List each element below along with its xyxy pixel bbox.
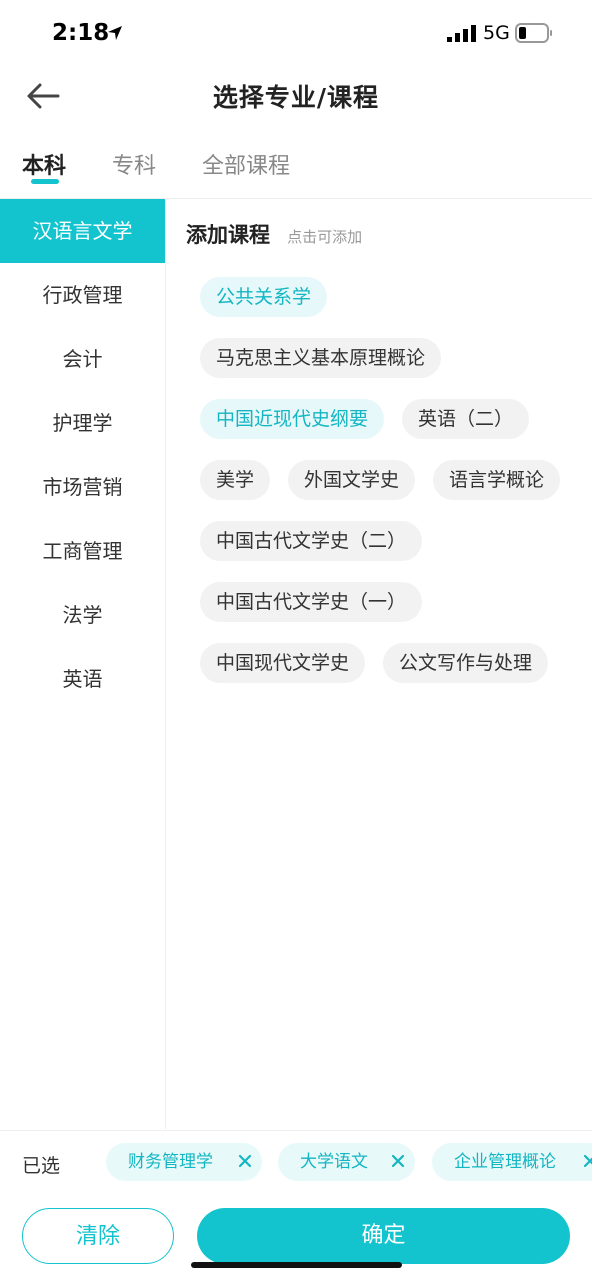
course-chip[interactable]: 马克思主义基本原理概论 xyxy=(200,338,442,378)
chip-row: 中国现代文学史 公文写作与处理 xyxy=(200,643,592,683)
location-arrow-icon xyxy=(108,26,122,40)
chip-row: 中国近现代史纲要 英语（二） xyxy=(200,399,592,439)
course-chip[interactable]: 美学 xyxy=(200,460,271,500)
home-indicator xyxy=(191,1262,402,1268)
active-tab-indicator xyxy=(31,179,59,184)
status-bar: 2:18 5G xyxy=(0,0,592,64)
sidebar-item-marketing[interactable]: 市场营销 xyxy=(0,455,165,519)
chip-row: 公共关系学 xyxy=(200,277,592,317)
selected-course-chip[interactable]: 财务管理学 xyxy=(106,1143,262,1181)
selected-course-label: 财务管理学 xyxy=(128,1152,213,1172)
course-chip[interactable]: 公文写作与处理 xyxy=(383,643,549,683)
course-chip[interactable]: 中国现代文学史 xyxy=(200,643,366,683)
selected-course-chip[interactable]: 企业管理概论 xyxy=(432,1143,592,1181)
course-panel: 添加课程 点击可添加 公共关系学 马克思主义基本原理概论 中国近现代史纲要 英语（… xyxy=(166,199,592,1129)
chip-row: 中国古代文学史（一） xyxy=(200,582,592,622)
selected-course-chip[interactable]: 大学语文 xyxy=(278,1143,415,1181)
sidebar-item-accounting[interactable]: 会计 xyxy=(0,327,165,391)
status-time: 2:18 xyxy=(52,20,110,46)
course-chip[interactable]: 中国古代文学史（一） xyxy=(200,582,423,622)
sidebar-item-administration[interactable]: 行政管理 xyxy=(0,263,165,327)
course-chip[interactable]: 中国古代文学史（二） xyxy=(200,521,423,561)
tab-all-courses[interactable]: 全部课程 xyxy=(202,148,290,180)
selected-course-label: 企业管理概论 xyxy=(454,1152,556,1172)
section-title: 添加课程 xyxy=(186,223,270,247)
confirm-button[interactable]: 确定 xyxy=(197,1208,570,1264)
selected-label: 已选 xyxy=(22,1155,61,1177)
chip-row: 马克思主义基本原理概论 xyxy=(200,338,592,378)
chip-row: 美学 外国文学史 语言学概论 xyxy=(200,460,592,500)
course-chip[interactable]: 英语（二） xyxy=(402,399,530,439)
network-type: 5G xyxy=(483,22,510,44)
course-chip[interactable]: 语言学概论 xyxy=(433,460,561,500)
course-chip[interactable]: 外国文学史 xyxy=(288,460,416,500)
sidebar-item-english[interactable]: 英语 xyxy=(0,647,165,711)
selected-courses-bar: 已选 财务管理学 大学语文 企业管理概论 xyxy=(0,1130,592,1193)
sidebar-item-chinese-literature[interactable]: 汉语言文学 xyxy=(0,199,165,263)
nav-bar: 选择专业/课程 xyxy=(0,64,592,128)
tab-associate[interactable]: 专科 xyxy=(112,148,156,180)
close-icon[interactable] xyxy=(583,1154,592,1168)
chip-row: 中国古代文学史（二） xyxy=(200,521,592,561)
clear-button[interactable]: 清除 xyxy=(22,1208,174,1264)
section-header: 添加课程 点击可添加 xyxy=(186,219,362,249)
sidebar-item-business-admin[interactable]: 工商管理 xyxy=(0,519,165,583)
course-chip[interactable]: 公共关系学 xyxy=(200,277,328,317)
page-title: 选择专业/课程 xyxy=(212,83,380,112)
category-tabs: 本科 专科 全部课程 xyxy=(0,134,592,199)
section-hint: 点击可添加 xyxy=(287,228,363,246)
close-icon[interactable] xyxy=(391,1154,405,1168)
major-sidebar: 汉语言文学 行政管理 会计 护理学 市场营销 工商管理 法学 英语 xyxy=(0,199,166,1129)
cellular-signal-icon xyxy=(447,25,476,42)
battery-icon xyxy=(515,23,552,43)
course-chip-list: 公共关系学 马克思主义基本原理概论 中国近现代史纲要 英语（二） 美学 外国文学史语… xyxy=(200,277,592,704)
selected-course-label: 大学语文 xyxy=(300,1152,368,1172)
sidebar-item-nursing[interactable]: 护理学 xyxy=(0,391,165,455)
course-chip[interactable]: 中国近现代史纲要 xyxy=(200,399,385,439)
sidebar-item-law[interactable]: 法学 xyxy=(0,583,165,647)
close-icon[interactable] xyxy=(238,1154,252,1168)
tab-undergraduate[interactable]: 本科 xyxy=(22,148,66,180)
